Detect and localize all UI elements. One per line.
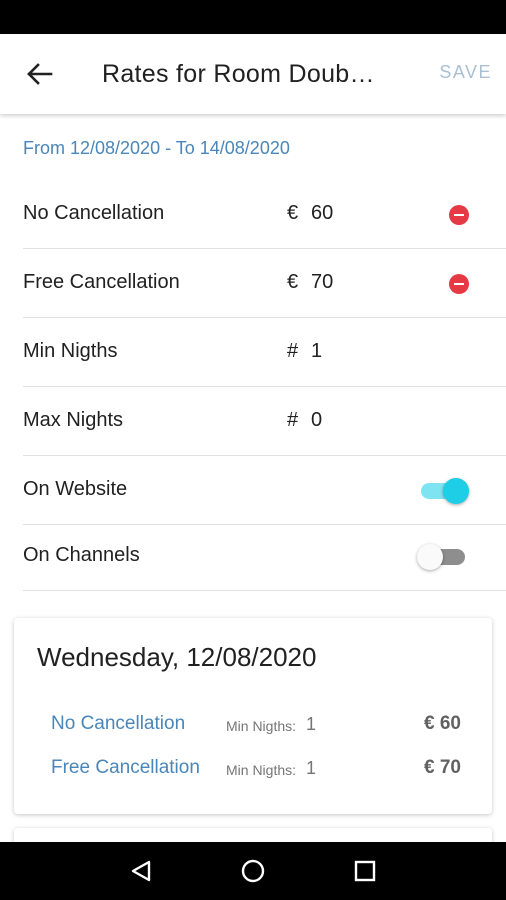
- on-channels-toggle[interactable]: [417, 544, 469, 570]
- max-nights-input[interactable]: 0: [311, 409, 322, 432]
- circle-icon: [241, 859, 265, 883]
- min-nights-caption: Min Nigths:: [226, 762, 297, 778]
- min-nights-label: Min Nigths: [23, 340, 118, 362]
- day-rate-price: € 60: [424, 713, 461, 734]
- currency-symbol: €: [287, 271, 299, 293]
- rate-row-no-cancellation: No Cancellation € 60: [23, 180, 506, 249]
- page-title: Rates for Room Doub…: [102, 60, 375, 88]
- day-rate-name[interactable]: Free Cancellation: [51, 757, 200, 779]
- currency-symbol: €: [287, 202, 299, 224]
- on-website-toggle[interactable]: [417, 478, 469, 504]
- day-card-title: Wednesday, 12/08/2020: [37, 642, 317, 672]
- day-rate-name[interactable]: No Cancellation: [51, 713, 185, 735]
- app-bar: Rates for Room Doub… SAVE: [0, 34, 506, 114]
- on-website-row: On Website: [23, 456, 506, 525]
- on-channels-row: On Channels: [23, 524, 506, 591]
- day-card[interactable]: Wednesday, 12/08/2020 No Cancellation Mi…: [14, 618, 492, 814]
- min-nights-value: 1: [306, 714, 317, 734]
- square-icon: [354, 860, 376, 882]
- save-button[interactable]: SAVE: [439, 62, 492, 83]
- day-rate-price: € 70: [424, 757, 461, 778]
- rate-label: No Cancellation: [23, 202, 165, 224]
- back-button[interactable]: [20, 55, 58, 93]
- system-nav-bar: [0, 842, 506, 900]
- min-nights-input[interactable]: 1: [311, 340, 322, 363]
- hash-symbol: #: [287, 340, 299, 362]
- date-range-link[interactable]: From 12/08/2020 - To 14/08/2020: [23, 138, 290, 159]
- nav-home-button[interactable]: [238, 856, 268, 886]
- on-channels-label: On Channels: [23, 544, 140, 566]
- rate-label: Free Cancellation: [23, 271, 180, 293]
- hash-symbol: #: [287, 409, 299, 431]
- remove-icon[interactable]: [449, 205, 469, 225]
- max-nights-label: Max Nights: [23, 409, 124, 431]
- toggle-thumb: [417, 544, 443, 570]
- remove-icon[interactable]: [449, 274, 469, 294]
- nav-back-button[interactable]: [126, 856, 156, 886]
- nav-recents-button[interactable]: [350, 856, 380, 886]
- arrow-left-icon: [27, 63, 53, 85]
- max-nights-row: Max Nights # 0: [23, 387, 506, 456]
- status-bar: [0, 0, 506, 34]
- min-nights-value: 1: [306, 758, 317, 778]
- triangle-left-icon: [131, 860, 151, 882]
- on-website-label: On Website: [23, 478, 128, 500]
- min-nights-caption: Min Nigths:: [226, 718, 297, 734]
- rate-row-free-cancellation: Free Cancellation € 70: [23, 249, 506, 318]
- min-nights-row: Min Nigths # 1: [23, 318, 506, 387]
- rate-value-input[interactable]: 70: [311, 271, 333, 294]
- toggle-thumb: [443, 478, 469, 504]
- rate-value-input[interactable]: 60: [311, 202, 333, 225]
- day-rate-line: Free Cancellation Min Nigths: 1 € 70: [51, 757, 461, 783]
- day-rate-line: No Cancellation Min Nigths: 1 € 60: [51, 713, 461, 739]
